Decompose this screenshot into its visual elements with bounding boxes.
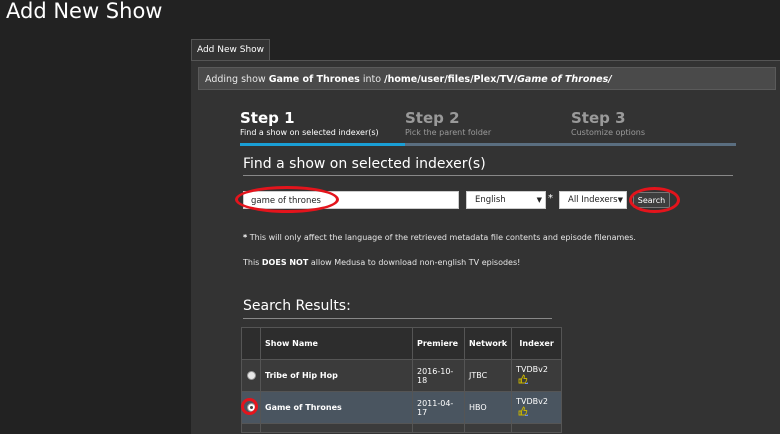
indexer-cell xyxy=(511,423,563,433)
download-note: This DOES NOT allow Medusa to download n… xyxy=(243,258,520,267)
required-mark: * xyxy=(548,193,553,204)
search-input-highlight-ring xyxy=(235,186,339,213)
search-results-heading: Search Results: xyxy=(243,298,351,314)
indexer-cell: TVDBv2 xyxy=(511,359,563,392)
indexer-name: TVDBv2 xyxy=(516,397,548,406)
search-results-divider xyxy=(243,318,552,319)
column-header-show-name: Show Name xyxy=(260,327,413,360)
step-3: Step 3 Customize options xyxy=(571,109,645,137)
indexer-select-value: All Indexers xyxy=(568,195,618,205)
step-1-title: Step 1 xyxy=(240,109,295,127)
premiere-cell: 2016-10-18 xyxy=(412,359,465,392)
indexer-select[interactable]: All Indexers ▼ xyxy=(559,191,627,209)
chevron-down-icon: ▼ xyxy=(617,196,623,204)
selected-radio-highlight-ring xyxy=(241,398,258,415)
note-star: * xyxy=(243,233,248,242)
show-name-cell: Tribe of Hip Hop xyxy=(260,359,413,392)
thumbs-up-icon[interactable] xyxy=(518,374,529,386)
info-middle: into xyxy=(362,74,382,85)
premiere-cell: 2011-04-17 xyxy=(412,391,465,424)
step-2-title: Step 2 xyxy=(405,109,460,127)
note-does-not: DOES NOT xyxy=(261,258,309,267)
search-button-highlight-ring xyxy=(629,187,680,213)
table-row[interactable]: Tribe of Hip Hop 2016-10-18 JTBC TVDBv2 xyxy=(241,359,563,392)
chevron-down-icon: ▼ xyxy=(536,196,542,204)
show-name-cell xyxy=(260,423,413,433)
page-title: Add New Show xyxy=(6,0,163,23)
step-1-progress-bar xyxy=(240,143,405,146)
step-1-desc: Find a show on selected indexer(s) xyxy=(240,128,379,137)
step-3-title: Step 3 xyxy=(571,109,626,127)
tab-add-new-show[interactable]: Add New Show xyxy=(191,39,270,61)
row-select-cell xyxy=(241,359,261,392)
network-cell: JTBC xyxy=(463,359,513,392)
step-3-desc: Customize options xyxy=(571,128,645,137)
step-2-3-progress-bar xyxy=(405,143,736,146)
column-header-premiere: Premiere xyxy=(412,327,465,360)
step-1: Step 1 Find a show on selected indexer(s… xyxy=(240,109,379,137)
indexer-name: TVDBv2 xyxy=(516,365,548,374)
info-prefix: Adding show xyxy=(205,74,266,85)
select-column-header xyxy=(241,327,261,360)
find-show-heading: Find a show on selected indexer(s) xyxy=(243,156,486,172)
show-radio-button[interactable] xyxy=(246,371,256,380)
step-2: Step 2 Pick the parent folder xyxy=(405,109,491,137)
network-cell: HBO xyxy=(463,391,513,424)
table-row[interactable]: Game of Thrones 2011-04-17 HBO TVDBv2 xyxy=(241,391,563,424)
premiere-cell xyxy=(412,423,465,433)
note-pre: This xyxy=(243,258,260,267)
column-header-network: Network xyxy=(463,327,513,360)
indexer-cell: TVDBv2 xyxy=(511,391,563,424)
note-post: allow Medusa to download non-english TV … xyxy=(310,258,521,267)
thumbs-up-icon[interactable] xyxy=(518,406,529,418)
column-header-indexer: Indexer xyxy=(511,327,563,360)
table-header-row: Show Name Premiere Network Indexer xyxy=(241,327,563,360)
note-language-text: This will only affect the language of th… xyxy=(249,233,636,242)
row-select-cell xyxy=(241,423,261,433)
language-select-value: English xyxy=(475,195,506,205)
language-note: * This will only affect the language of … xyxy=(243,233,636,242)
info-path: /home/user/files/Plex/TV/Game of Thrones… xyxy=(384,74,612,85)
network-cell xyxy=(463,423,513,433)
info-show-name: Game of Thrones xyxy=(268,74,360,85)
find-show-divider xyxy=(243,175,733,176)
show-name-cell: Game of Thrones xyxy=(260,391,413,424)
table-row xyxy=(241,423,563,433)
info-bar: Adding show Game of Thrones into /home/u… xyxy=(198,67,776,90)
language-select[interactable]: English ▼ xyxy=(466,191,546,209)
search-results-table: Show Name Premiere Network Indexer Tribe… xyxy=(241,327,563,433)
step-2-desc: Pick the parent folder xyxy=(405,128,492,137)
